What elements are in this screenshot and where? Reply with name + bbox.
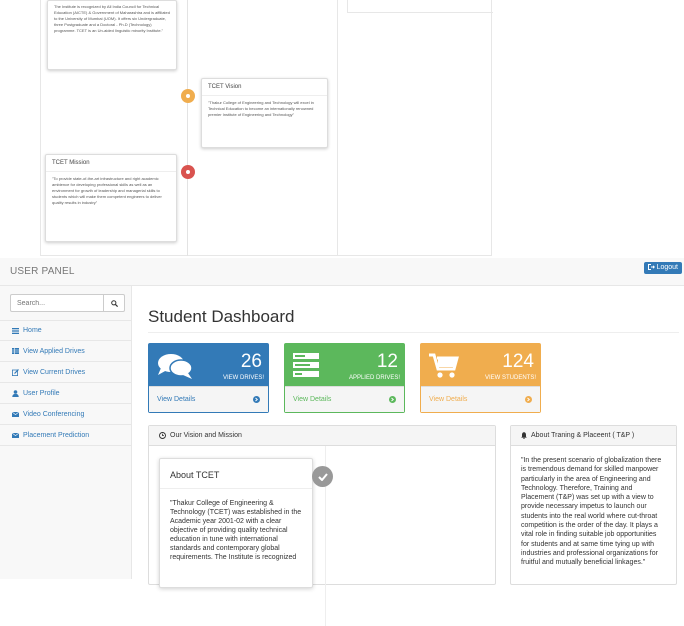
panel-heading-text: About Traning & Placeent ( T&P ): [531, 432, 635, 439]
bell-icon: [521, 432, 527, 439]
snippet-vision-dot-icon: [181, 89, 195, 103]
logout-button[interactable]: Logout: [643, 262, 682, 274]
sidebar-item-view-applied-drives[interactable]: View Applied Drives: [0, 341, 131, 362]
stat-value: 124: [502, 351, 534, 372]
stat-card-view-drives: 26 VIEW DRIVES! View Details: [148, 343, 269, 413]
logout-label: Logout: [656, 264, 678, 271]
panel-heading-text: Our Vision and Mission: [170, 432, 242, 439]
view-details-label: View Details: [293, 396, 332, 403]
stat-value: 26: [240, 351, 262, 372]
table-icon: [12, 348, 19, 354]
search-input[interactable]: [10, 294, 104, 312]
about-tcet-body: "Thakur College of Engineering & Technol…: [170, 500, 302, 561]
stat-value: 12: [376, 351, 398, 372]
stat-view-details-link[interactable]: View Details: [149, 386, 268, 412]
snippet-card-vision-body: "Thakur College of Engineering and Techn…: [208, 100, 314, 117]
sidebar-menu: Home View Applied Drives View Current Dr…: [0, 320, 131, 446]
stat-view-details-link[interactable]: View Details: [421, 386, 540, 412]
about-tcet-title: About TCET: [160, 459, 312, 489]
snippet-card-about-body: The Institute is recognized by All India…: [54, 4, 170, 33]
sidebar: Home View Applied Drives View Current Dr…: [0, 286, 132, 579]
panel-heading: Our Vision and Mission: [149, 426, 495, 446]
sidebar-item-video-conferencing[interactable]: Video Conferencing: [0, 404, 131, 425]
snippet-right-panel-edge: [347, 0, 493, 13]
brand-title[interactable]: USER PANEL: [10, 266, 75, 277]
sidebar-item-label: Video Conferencing: [23, 410, 85, 418]
check-icon: [312, 466, 333, 487]
snippet-card-vision-title: TCET Vision: [202, 79, 327, 96]
stat-label: VIEW STUDENTS!: [484, 375, 536, 381]
stat-card-view-students: 124 VIEW STUDENTS! View Details: [420, 343, 541, 413]
search-button[interactable]: [104, 294, 125, 312]
sidebar-item-label: View Applied Drives: [23, 347, 85, 355]
snippet-card-mission-body: "To provide state-of-the-art infrastruct…: [52, 176, 162, 205]
arrow-circle-right-icon: [253, 396, 260, 403]
tasks-icon: [293, 353, 319, 377]
shopping-cart-icon: [429, 353, 459, 378]
vision-mission-panel: Our Vision and Mission About TCET "Thaku…: [148, 425, 496, 626]
search-icon: [110, 299, 118, 307]
stat-label: APPLIED DRIVES!: [348, 375, 400, 381]
sidebar-item-label: Placement Prediction: [23, 431, 90, 439]
envelope-icon: [12, 432, 19, 438]
user-icon: [12, 389, 19, 397]
snippet-card-mission-title: TCET Mission: [46, 155, 176, 172]
stat-view-details-link[interactable]: View Details: [285, 386, 404, 412]
stat-card-header: 12 APPLIED DRIVES!: [285, 344, 404, 386]
sign-out-icon: [647, 263, 655, 270]
top-navbar: USER PANEL Logout: [0, 258, 684, 286]
sidebar-item-home[interactable]: Home: [0, 320, 131, 341]
arrow-circle-right-icon: [389, 396, 396, 403]
sidebar-item-placement-prediction[interactable]: Placement Prediction: [0, 425, 131, 446]
snippet-card-about: The Institute is recognized by All India…: [47, 0, 177, 70]
arrow-circle-right-icon: [525, 396, 532, 403]
about-tcet-card: About TCET "Thakur College of Engineerin…: [159, 458, 313, 588]
dashboard-icon: [12, 327, 19, 334]
search-group: [10, 294, 125, 312]
page-title: Student Dashboard: [148, 307, 295, 326]
sidebar-item-view-current-drives[interactable]: View Current Drives: [0, 362, 131, 383]
view-details-label: View Details: [157, 396, 196, 403]
training-placement-body: "In the present scenario of globalizatio…: [521, 457, 662, 567]
stat-card-header: 124 VIEW STUDENTS!: [421, 344, 540, 386]
comments-icon: [158, 354, 193, 379]
snippet-card-mission: TCET Mission "To provide state-of-the-ar…: [45, 154, 177, 242]
stat-card-header: 26 VIEW DRIVES!: [149, 344, 268, 386]
snippet-column-divider: [337, 0, 338, 256]
envelope-icon: [12, 411, 19, 417]
title-divider: [148, 332, 679, 333]
main-content: Student Dashboard 26 VIEW DRIVES! View D…: [133, 286, 684, 626]
sidebar-item-label: View Current Drives: [23, 368, 86, 376]
edit-icon: [12, 368, 19, 376]
panel-heading: About Traning & Placeent ( T&P ): [511, 426, 676, 446]
sidebar-item-label: Home: [23, 327, 42, 334]
snippet-mission-dot-icon: [181, 165, 195, 179]
stat-card-applied-drives: 12 APPLIED DRIVES! View Details: [284, 343, 405, 413]
view-details-label: View Details: [429, 396, 468, 403]
sidebar-item-user-profile[interactable]: User Profile: [0, 383, 131, 404]
clock-icon: [159, 432, 166, 439]
stat-label: VIEW DRIVES!: [222, 375, 264, 381]
training-placement-panel: About Traning & Placeent ( T&P ) "In the…: [510, 425, 677, 585]
sidebar-item-label: User Profile: [23, 389, 60, 397]
previous-timeline-snippet: The Institute is recognized by All India…: [0, 0, 684, 258]
snippet-timeline-line: [187, 0, 188, 256]
snippet-card-vision: TCET Vision "Thakur College of Engineeri…: [201, 78, 328, 148]
